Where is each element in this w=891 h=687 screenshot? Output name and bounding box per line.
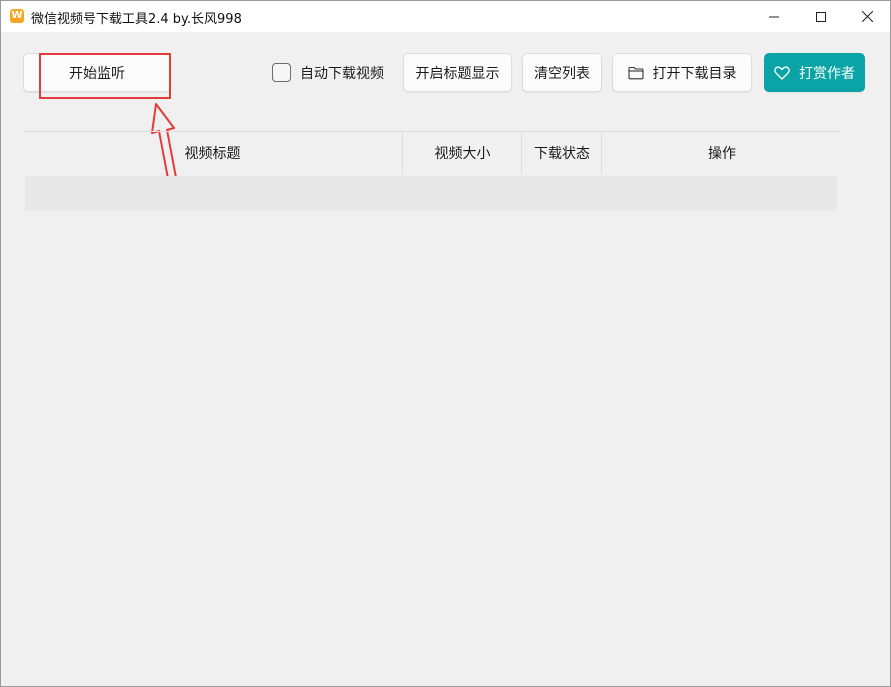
auto-download-checkbox[interactable]	[272, 63, 291, 82]
title-display-button[interactable]: 开启标题显示	[403, 53, 512, 92]
close-icon	[861, 11, 873, 22]
window-title: 微信视频号下载工具2.4 by.长风998	[31, 12, 242, 27]
close-button[interactable]	[844, 1, 890, 32]
auto-download-label: 自动下载视频	[300, 65, 384, 82]
minimize-button[interactable]	[751, 1, 797, 32]
open-download-dir-label: 打开下载目录	[652, 65, 737, 82]
auto-download-toggle[interactable]: 自动下载视频	[272, 62, 384, 83]
minimize-icon	[769, 16, 779, 17]
column-header-size[interactable]: 视频大小	[402, 132, 522, 174]
clear-list-button[interactable]: 清空列表	[522, 53, 602, 92]
app-logo-icon: W	[10, 9, 24, 23]
maximize-button[interactable]	[798, 1, 844, 32]
folder-icon	[627, 66, 644, 80]
open-download-dir-button[interactable]: 打开下载目录	[612, 53, 752, 92]
donate-label: 打赏作者	[799, 65, 855, 82]
donate-button[interactable]: 打赏作者	[764, 53, 865, 92]
table-empty-row	[25, 176, 837, 211]
column-header-title[interactable]: 视频标题	[23, 132, 402, 174]
annotation-highlight-box	[39, 53, 171, 99]
maximize-icon	[816, 11, 826, 22]
app-window: W 微信视频号下载工具2.4 by.长风998 开始监听 自动下载视频 开启标题…	[0, 0, 891, 687]
heart-icon	[774, 65, 790, 80]
title-bar[interactable]: W 微信视频号下载工具2.4 by.长风998	[1, 1, 890, 32]
column-header-status[interactable]: 下载状态	[521, 132, 602, 174]
column-header-actions[interactable]: 操作	[601, 132, 842, 174]
